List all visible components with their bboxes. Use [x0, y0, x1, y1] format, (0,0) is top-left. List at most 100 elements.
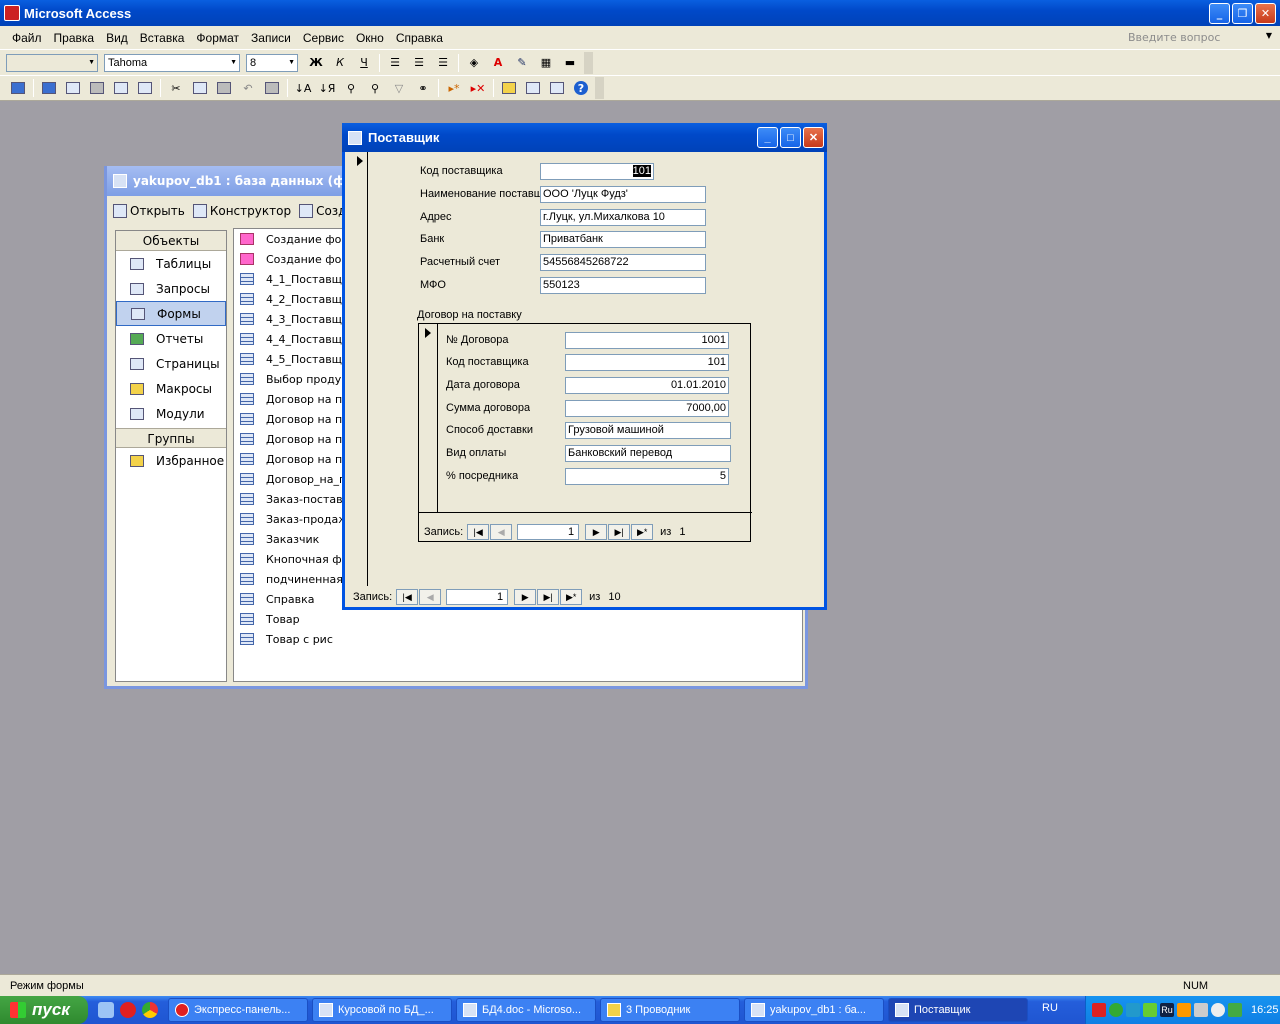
- restore-button[interactable]: ❐: [1232, 3, 1253, 24]
- close-button[interactable]: ✕: [1255, 3, 1276, 24]
- volume-icon[interactable]: [1194, 1003, 1208, 1017]
- copy-button[interactable]: [190, 78, 210, 98]
- list-item[interactable]: Товар с рис: [234, 629, 802, 649]
- prev-record-button[interactable]: ◀: [419, 589, 442, 605]
- underline-button[interactable]: Ч: [354, 53, 374, 73]
- list-item[interactable]: Товар: [234, 609, 802, 629]
- update-icon[interactable]: [1143, 1003, 1157, 1017]
- first-record-button[interactable]: |◀: [467, 524, 490, 540]
- undo-button[interactable]: ↶: [238, 78, 258, 98]
- new-object-button[interactable]: [547, 78, 567, 98]
- sort-desc-button[interactable]: ↓Я: [317, 78, 337, 98]
- delivery-method-input[interactable]: Грузовой машиной: [565, 422, 731, 439]
- last-record-button[interactable]: ▶|: [537, 589, 560, 605]
- messenger-icon[interactable]: [1211, 1003, 1225, 1017]
- objects-header[interactable]: Объекты: [116, 231, 226, 251]
- contract-date-input[interactable]: 01.01.2010: [565, 377, 729, 394]
- border-button[interactable]: ▦: [536, 53, 556, 73]
- font-color-button[interactable]: A: [488, 53, 508, 73]
- object-tables[interactable]: Таблицы: [116, 251, 226, 276]
- filter-selection-button[interactable]: ⚲: [341, 78, 361, 98]
- minimize-button[interactable]: _: [1209, 3, 1230, 24]
- align-center-button[interactable]: ☰: [409, 53, 429, 73]
- menu-window[interactable]: Окно: [350, 31, 390, 45]
- prev-record-button[interactable]: ◀: [490, 524, 513, 540]
- task-explorer[interactable]: 3 Проводник: [600, 998, 740, 1022]
- chrome-icon[interactable]: [142, 1002, 158, 1018]
- properties-button[interactable]: [499, 78, 519, 98]
- form-minimize-button[interactable]: _: [757, 127, 778, 148]
- spelling-button[interactable]: [135, 78, 155, 98]
- menu-view[interactable]: Вид: [100, 31, 134, 45]
- new-record-nav-button[interactable]: ▶*: [631, 524, 654, 540]
- groups-header[interactable]: Группы: [116, 428, 226, 448]
- menu-records[interactable]: Записи: [245, 31, 297, 45]
- subform-record-selector[interactable]: [419, 324, 438, 512]
- object-forms[interactable]: Формы: [116, 301, 226, 326]
- mfo-input[interactable]: 550123: [540, 277, 706, 294]
- object-modules[interactable]: Модули: [116, 401, 226, 426]
- record-number-input[interactable]: 1: [517, 524, 580, 540]
- task-opera[interactable]: Экспресс-панель...: [168, 998, 308, 1022]
- database-window-button[interactable]: [523, 78, 543, 98]
- task-bd4-doc[interactable]: БД4.doc - Microso...: [456, 998, 596, 1022]
- keyboard-layout-icon[interactable]: Ru: [1160, 1003, 1174, 1017]
- sort-asc-button[interactable]: ↓A: [293, 78, 313, 98]
- menu-file[interactable]: Файл: [6, 31, 48, 45]
- form-close-button[interactable]: ✕: [803, 127, 824, 148]
- align-left-button[interactable]: ☰: [385, 53, 405, 73]
- filter-form-button[interactable]: ⚲: [365, 78, 385, 98]
- save-button[interactable]: [39, 78, 59, 98]
- supplier-code-input[interactable]: 101: [540, 163, 654, 180]
- chevron-down-icon[interactable]: ▼: [1266, 31, 1272, 40]
- task-database[interactable]: yakupov_db1 : ба...: [744, 998, 884, 1022]
- help-button[interactable]: ?: [571, 78, 591, 98]
- bold-button[interactable]: Ж: [306, 53, 326, 73]
- line-width-button[interactable]: ▬: [560, 53, 580, 73]
- network-icon[interactable]: [1126, 1003, 1140, 1017]
- clock[interactable]: 16:25: [1251, 1004, 1279, 1016]
- paste-button[interactable]: [214, 78, 234, 98]
- sub-supplier-code-input[interactable]: 101: [565, 354, 729, 371]
- design-button[interactable]: Конструктор: [192, 204, 291, 218]
- first-record-button[interactable]: |◀: [396, 589, 419, 605]
- record-selector[interactable]: [351, 152, 368, 586]
- contract-number-input[interactable]: 1001: [565, 332, 729, 349]
- next-record-button[interactable]: ▶: [585, 524, 608, 540]
- group-favorites[interactable]: Избранное: [116, 448, 226, 473]
- preview-button[interactable]: [111, 78, 131, 98]
- font-name-combo[interactable]: Tahoma ▼: [104, 53, 240, 72]
- last-record-button[interactable]: ▶|: [608, 524, 631, 540]
- object-pages[interactable]: Страницы: [116, 351, 226, 376]
- object-combo[interactable]: ▼: [6, 53, 98, 72]
- next-record-button[interactable]: ▶: [514, 589, 537, 605]
- object-queries[interactable]: Запросы: [116, 276, 226, 301]
- address-input[interactable]: г.Луцк, ул.Михалкова 10: [540, 209, 706, 226]
- start-button[interactable]: пуск: [0, 996, 88, 1024]
- form-window-titlebar[interactable]: Поставщик _ □ ✕: [342, 123, 827, 152]
- nvidia-icon[interactable]: [1228, 1003, 1242, 1017]
- cut-button[interactable]: ✂: [166, 78, 186, 98]
- antivirus-icon[interactable]: [1092, 1003, 1106, 1017]
- menu-help[interactable]: Справка: [390, 31, 449, 45]
- torrent-icon[interactable]: [1109, 1003, 1123, 1017]
- form-maximize-button[interactable]: □: [780, 127, 801, 148]
- apply-filter-button[interactable]: ▽: [389, 78, 409, 98]
- task-coursework[interactable]: Курсовой по БД_...: [312, 998, 452, 1022]
- record-number-input[interactable]: 1: [446, 589, 509, 605]
- opera-icon[interactable]: [120, 1002, 136, 1018]
- menu-tools[interactable]: Сервис: [297, 31, 350, 45]
- supplier-name-input[interactable]: ООО 'Луцк Фудз': [540, 186, 706, 203]
- fill-color-button[interactable]: ◈: [464, 53, 484, 73]
- menu-edit[interactable]: Правка: [48, 31, 101, 45]
- new-record-nav-button[interactable]: ▶*: [560, 589, 583, 605]
- menu-format[interactable]: Формат: [190, 31, 245, 45]
- menu-insert[interactable]: Вставка: [134, 31, 191, 45]
- view-button[interactable]: [8, 78, 28, 98]
- object-macros[interactable]: Макросы: [116, 376, 226, 401]
- new-record-button[interactable]: ▸*: [444, 78, 464, 98]
- align-right-button[interactable]: ☰: [433, 53, 453, 73]
- font-size-combo[interactable]: 8 ▼: [246, 53, 298, 72]
- task-form[interactable]: Поставщик: [888, 998, 1028, 1022]
- line-color-button[interactable]: ✎: [512, 53, 532, 73]
